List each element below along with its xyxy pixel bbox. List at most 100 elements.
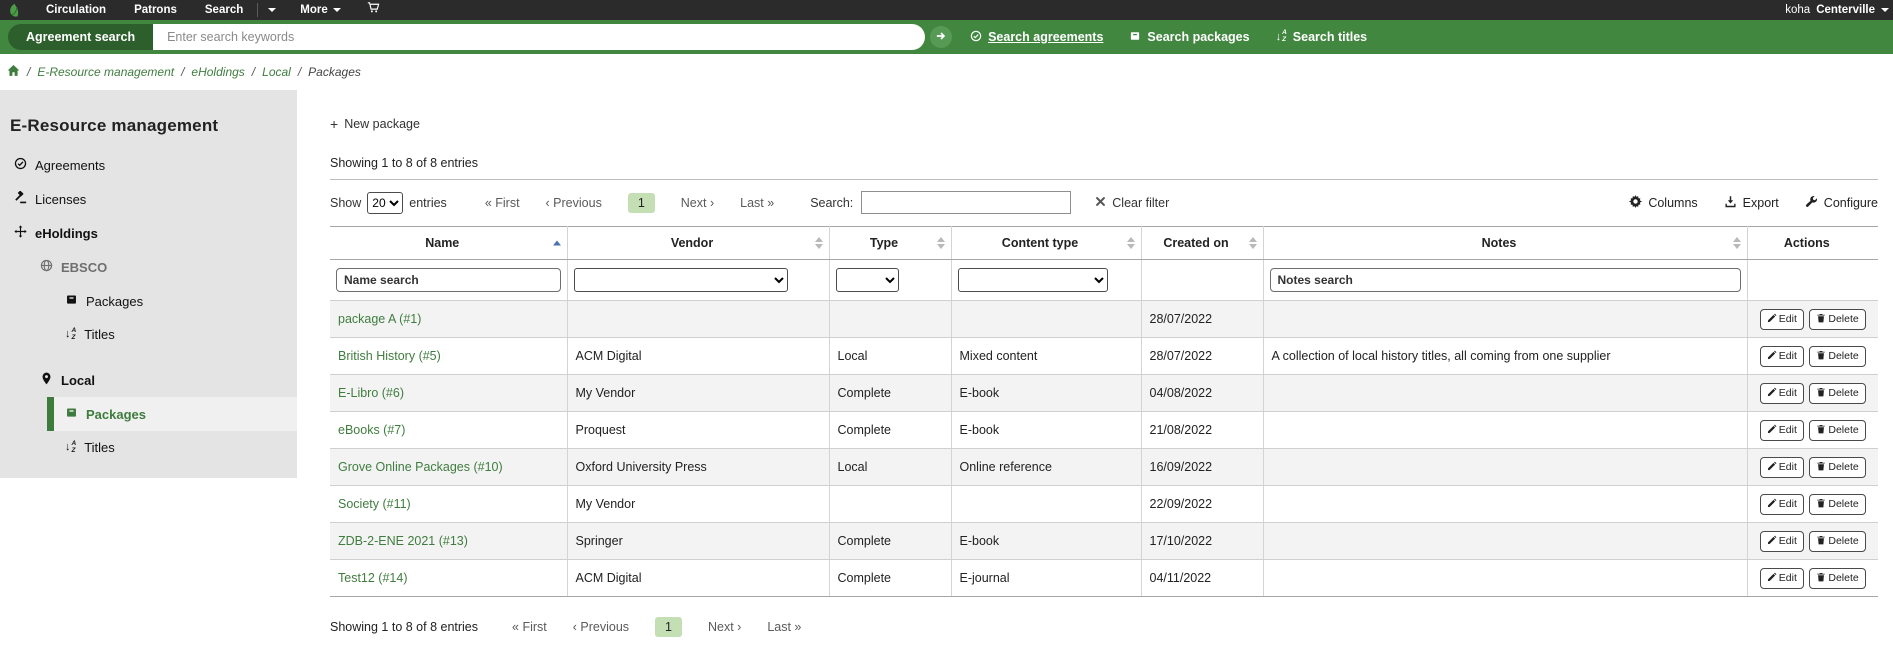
first-page-button[interactable]: « First <box>485 196 520 210</box>
crumb-local[interactable]: Local <box>262 65 291 79</box>
content-type-filter-select[interactable] <box>958 268 1108 292</box>
column-header-notes[interactable]: Notes <box>1263 227 1747 260</box>
delete-button[interactable]: Delete <box>1809 420 1865 441</box>
delete-button[interactable]: Delete <box>1809 568 1865 589</box>
type-filter-select[interactable] <box>836 268 899 292</box>
link-search-titles[interactable]: ↓ AZ Search titles <box>1276 30 1368 44</box>
pencil-icon <box>1767 424 1777 437</box>
sidebar-item-ebsco-titles[interactable]: ↓ AZ Titles <box>65 318 297 351</box>
table-row: eBooks (#7) Proquest Complete E-book 21/… <box>330 412 1878 449</box>
last-page-button[interactable]: Last » <box>767 620 801 634</box>
nav-search[interactable]: Search <box>191 0 257 20</box>
column-header-vendor[interactable]: Vendor <box>567 227 829 260</box>
sidebar-item-eholdings[interactable]: eHoldings <box>14 216 297 250</box>
package-name-link[interactable]: Society (#11) <box>338 497 411 511</box>
delete-button[interactable]: Delete <box>1809 457 1865 478</box>
sidebar-item-licenses[interactable]: Licenses <box>14 182 297 216</box>
name-filter-input[interactable] <box>336 268 561 292</box>
link-search-packages[interactable]: Search packages <box>1129 30 1249 45</box>
home-icon[interactable] <box>7 64 20 80</box>
nav-search-dropdown-toggle[interactable] <box>258 0 286 20</box>
new-package-button[interactable]: + New package <box>330 117 420 131</box>
notes-cell <box>1263 560 1747 597</box>
current-page-button[interactable]: 1 <box>628 193 655 213</box>
column-header-type[interactable]: Type <box>829 227 951 260</box>
column-header-content-type[interactable]: Content type <box>951 227 1141 260</box>
package-name-link[interactable]: package A (#1) <box>338 312 421 326</box>
edit-button[interactable]: Edit <box>1760 531 1804 552</box>
nav-patrons[interactable]: Patrons <box>120 0 191 20</box>
agreement-search-tab[interactable]: Agreement search <box>8 24 153 50</box>
column-header-actions: Actions <box>1747 227 1878 260</box>
next-page-button[interactable]: Next › <box>708 620 741 634</box>
page-size-select[interactable]: 20 <box>367 192 403 214</box>
notes-filter-input[interactable] <box>1270 268 1741 292</box>
delete-button[interactable]: Delete <box>1809 531 1865 552</box>
edit-button[interactable]: Edit <box>1760 494 1804 515</box>
search-submit-button[interactable] <box>930 26 952 48</box>
arrow-right-icon <box>935 30 947 45</box>
pencil-icon <box>1767 313 1777 326</box>
nav-more[interactable]: More <box>286 0 354 20</box>
package-name-link[interactable]: ZDB-2-ENE 2021 (#13) <box>338 534 468 548</box>
sidebar-item-local-titles[interactable]: ↓ AZ Titles <box>65 431 297 464</box>
package-name-link[interactable]: eBooks (#7) <box>338 423 405 437</box>
edit-button[interactable]: Edit <box>1760 346 1804 367</box>
current-page-button[interactable]: 1 <box>655 617 682 637</box>
trash-icon <box>1816 498 1826 511</box>
edit-button[interactable]: Edit <box>1760 568 1804 589</box>
pencil-icon <box>1767 498 1777 511</box>
user-menu[interactable]: koha Centerville <box>1785 4 1893 16</box>
breadcrumb: / E-Resource management / eHoldings / Lo… <box>0 54 1893 90</box>
package-name-link[interactable]: E-Libro (#6) <box>338 386 404 400</box>
edit-button[interactable]: Edit <box>1760 309 1804 330</box>
vendor-cell: My Vendor <box>567 486 829 523</box>
entries-summary-bottom: Showing 1 to 8 of 8 entries <box>330 620 478 634</box>
export-button[interactable]: Export <box>1724 195 1779 211</box>
edit-button[interactable]: Edit <box>1760 420 1804 441</box>
delete-button[interactable]: Delete <box>1809 383 1865 404</box>
column-header-created-on[interactable]: Created on <box>1141 227 1263 260</box>
package-name-link[interactable]: Test12 (#14) <box>338 571 407 585</box>
plus-icon: + <box>330 117 338 131</box>
edit-button[interactable]: Edit <box>1760 457 1804 478</box>
sidebar-item-ebsco-packages[interactable]: Packages <box>65 284 297 318</box>
x-icon <box>1095 196 1106 210</box>
gear-icon <box>1629 195 1642 211</box>
delete-button[interactable]: Delete <box>1809 309 1865 330</box>
configure-button[interactable]: Configure <box>1805 195 1878 211</box>
package-name-link[interactable]: British History (#5) <box>338 349 441 363</box>
next-page-button[interactable]: Next › <box>681 196 714 210</box>
previous-page-button[interactable]: ‹ Previous <box>573 620 629 634</box>
edit-button[interactable]: Edit <box>1760 383 1804 404</box>
delete-button[interactable]: Delete <box>1809 494 1865 515</box>
first-page-button[interactable]: « First <box>512 620 547 634</box>
type-cell: Complete <box>829 560 951 597</box>
nav-circulation[interactable]: Circulation <box>32 0 120 20</box>
created-on-cell: 04/08/2022 <box>1141 375 1263 412</box>
koha-logo-icon[interactable] <box>7 3 22 18</box>
cart-icon <box>367 1 380 19</box>
package-name-link[interactable]: Grove Online Packages (#10) <box>338 460 503 474</box>
link-search-agreements[interactable]: Search agreements <box>970 30 1103 45</box>
sidebar-item-ebsco[interactable]: EBSCO <box>40 250 297 284</box>
cart-button[interactable] <box>355 0 392 20</box>
sidebar-item-local-packages[interactable]: Packages <box>47 397 297 431</box>
last-page-button[interactable]: Last » <box>740 196 774 210</box>
delete-button[interactable]: Delete <box>1809 346 1865 367</box>
sidebar-item-agreements[interactable]: Agreements <box>14 148 297 182</box>
content-type-cell <box>951 301 1141 338</box>
columns-button[interactable]: Columns <box>1629 195 1697 211</box>
column-header-name[interactable]: Name <box>330 227 567 260</box>
sidebar-item-local[interactable]: Local <box>40 363 297 397</box>
previous-page-button[interactable]: ‹ Previous <box>546 196 602 210</box>
search-input[interactable] <box>153 24 925 50</box>
crumb-eholdings[interactable]: eHoldings <box>191 65 244 79</box>
entries-summary-top: Showing 1 to 8 of 8 entries <box>330 156 1878 180</box>
vendor-filter-select[interactable] <box>574 268 788 292</box>
crumb-eresource[interactable]: E-Resource management <box>37 65 174 79</box>
clear-filter-button[interactable]: Clear filter <box>1095 196 1169 210</box>
check-circle-icon <box>14 157 27 173</box>
notes-cell <box>1263 301 1747 338</box>
table-search-input[interactable] <box>861 191 1071 214</box>
